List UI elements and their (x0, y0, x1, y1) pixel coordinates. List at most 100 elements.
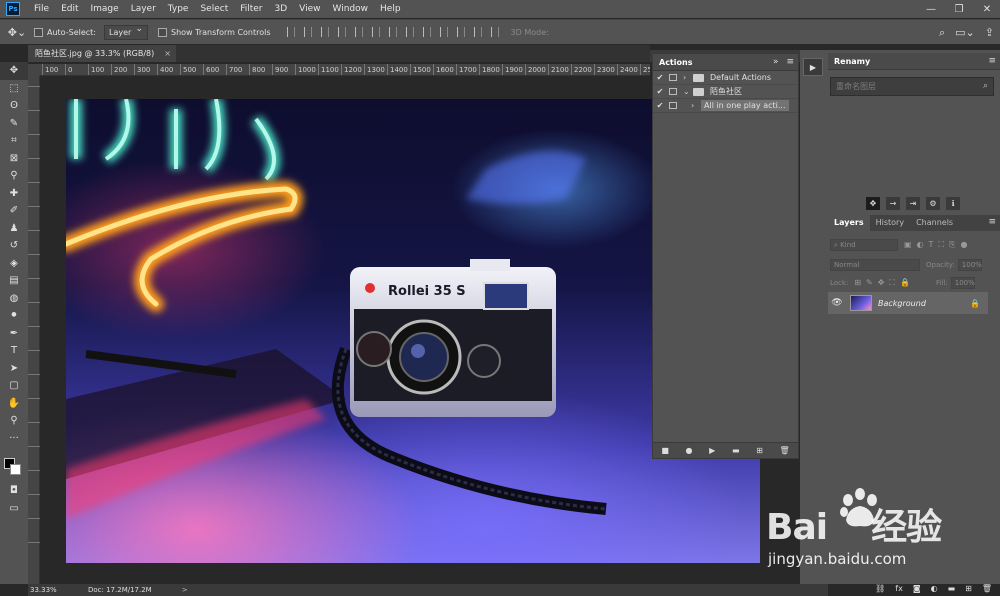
healing-brush-tool-icon[interactable]: ✚ (0, 185, 28, 203)
zoom-tool-icon[interactable]: ⚲ (0, 412, 28, 430)
pixel-filter-icon[interactable]: ▣ (904, 240, 912, 250)
crop-tool-icon[interactable]: ⌗ (0, 132, 28, 150)
align-right-icon[interactable] (371, 27, 380, 37)
distribute-vcenter-icon[interactable] (405, 27, 414, 37)
toggle-check-icon[interactable]: ✔ (653, 73, 667, 82)
transform-check-icon[interactable] (157, 27, 167, 37)
pen-tool-icon[interactable]: ✒ (0, 325, 28, 343)
quick-mask-icon[interactable]: ◘ (0, 482, 28, 500)
search-icon[interactable]: ⌕ (939, 26, 945, 40)
lock-all-icon[interactable]: 🔒 (900, 278, 910, 288)
horizontal-ruler[interactable]: 100 0 100 200 300 400 500 600 700 800 90… (40, 64, 650, 76)
clone-stamp-tool-icon[interactable]: ♟ (0, 220, 28, 238)
rename-tool-icon[interactable]: ✥ (866, 197, 880, 210)
blend-mode-dropdown[interactable]: Normal (830, 259, 920, 271)
vertical-ruler[interactable] (28, 76, 40, 584)
lock-artboard-icon[interactable]: ⛶ (889, 278, 895, 288)
delete-icon[interactable]: 🗑 (779, 446, 789, 455)
chevron-right-icon[interactable]: › (683, 101, 701, 110)
menu-window[interactable]: Window (327, 4, 375, 14)
search-icon[interactable]: ⌕ (983, 78, 988, 95)
stop-recording-icon[interactable]: ■ (661, 446, 669, 455)
hand-tool-icon[interactable]: ✋ (0, 395, 28, 413)
fill-input[interactable]: 100% (950, 277, 975, 289)
filter-toggle-icon[interactable]: ● (960, 240, 967, 250)
lock-position-icon[interactable]: ✥ (878, 278, 885, 288)
dialog-toggle-icon[interactable] (669, 88, 677, 95)
type-filter-icon[interactable]: T (929, 240, 934, 250)
adjustment-filter-icon[interactable]: ◐ (917, 240, 924, 250)
align-bottom-icon[interactable] (320, 27, 329, 37)
auto-select-checkbox[interactable]: Auto-Select: (34, 27, 96, 37)
brush-tool-icon[interactable]: ✐ (0, 202, 28, 220)
shape-tool-icon[interactable]: ▢ (0, 377, 28, 395)
distribute-left-icon[interactable] (439, 27, 448, 37)
eyedropper-tool-icon[interactable]: ⚲ (0, 167, 28, 185)
menu-filter[interactable]: Filter (234, 4, 268, 14)
layer-style-fx-icon[interactable]: fx (895, 584, 903, 593)
new-set-folder-icon[interactable]: ▬ (732, 446, 740, 455)
visibility-eye-icon[interactable]: 👁 (828, 298, 846, 308)
align-left-icon[interactable] (337, 27, 346, 37)
action-set-default[interactable]: ✔ › Default Actions (653, 71, 798, 85)
renamy-tab[interactable]: Renamy (834, 57, 870, 66)
lock-pixels-icon[interactable]: ✎ (866, 278, 873, 288)
menu-help[interactable]: Help (374, 4, 407, 14)
panel-menu-icon[interactable]: ≡ (786, 57, 794, 67)
close-document-icon[interactable]: × (164, 49, 171, 58)
new-action-icon[interactable]: ⊞ (756, 446, 763, 455)
background-color-swatch[interactable] (10, 464, 21, 475)
auto-align-icon[interactable] (490, 27, 499, 37)
collapse-panel-icon[interactable]: » (773, 57, 779, 67)
info-icon[interactable]: ℹ (946, 197, 960, 210)
lock-transparent-icon[interactable]: ⊞ (854, 278, 861, 288)
gradient-tool-icon[interactable]: ▤ (0, 272, 28, 290)
move-tool-icon[interactable]: ✥ (0, 62, 28, 80)
dialog-toggle-icon[interactable] (669, 74, 677, 81)
action-set-community[interactable]: ✔ ⌄ 陌鱼社区 (653, 85, 798, 99)
layer-row-background[interactable]: 👁 Background 🔒 (828, 292, 988, 314)
smart-object-filter-icon[interactable]: ⎘ (949, 240, 955, 250)
new-group-folder-icon[interactable]: ▬ (948, 584, 956, 593)
marquee-tool-icon[interactable]: ⬚ (0, 80, 28, 98)
align-vcenter-icon[interactable] (303, 27, 312, 37)
adjustment-layer-icon[interactable]: ◐ (931, 584, 938, 593)
align-top-icon[interactable] (286, 27, 295, 37)
link-layers-icon[interactable]: ⛓ (875, 584, 885, 593)
distribute-top-icon[interactable] (388, 27, 397, 37)
ruler-origin[interactable] (28, 64, 40, 76)
settings-gear-icon[interactable]: ⚙ (926, 197, 940, 210)
shape-filter-icon[interactable]: ⛶ (938, 240, 944, 250)
dodge-tool-icon[interactable]: ⚫ (0, 307, 28, 325)
status-menu-arrow-icon[interactable]: > (182, 586, 188, 594)
close-window-icon[interactable]: ✕ (978, 4, 996, 15)
panel-menu-icon[interactable]: ≡ (988, 56, 996, 66)
type-tool-icon[interactable]: T (0, 342, 28, 360)
auto-select-check-icon[interactable] (34, 27, 43, 37)
opacity-input[interactable]: 100% (957, 259, 982, 271)
menu-file[interactable]: File (28, 4, 55, 14)
share-icon[interactable]: ⇪ (985, 26, 994, 39)
tab-layers[interactable]: Layers (828, 215, 870, 231)
forward-icon[interactable]: ⇥ (906, 197, 920, 210)
toggle-check-icon[interactable]: ✔ (653, 87, 667, 96)
menu-type[interactable]: Type (162, 4, 195, 14)
play-selection-icon[interactable]: ▶ (709, 446, 715, 455)
panel-menu-icon[interactable]: ≡ (988, 217, 996, 227)
maximize-icon[interactable]: ❐ (950, 4, 968, 15)
arrow-right-icon[interactable]: → (886, 197, 900, 210)
record-icon[interactable]: ● (686, 446, 693, 455)
menu-select[interactable]: Select (194, 4, 234, 14)
dialog-toggle-icon[interactable] (669, 102, 677, 109)
frame-tool-icon[interactable]: ⊠ (0, 150, 28, 168)
minimize-icon[interactable]: — (922, 4, 940, 15)
lasso-tool-icon[interactable]: ʘ (0, 97, 28, 115)
chevron-right-icon[interactable]: › (683, 73, 693, 82)
path-selection-tool-icon[interactable]: ➤ (0, 360, 28, 378)
add-mask-icon[interactable]: ◙ (913, 584, 921, 593)
action-item-all-in-one[interactable]: ✔ › All in one play acti... (653, 99, 798, 113)
distribute-bottom-icon[interactable] (422, 27, 431, 37)
eraser-tool-icon[interactable]: ◈ (0, 255, 28, 273)
screen-mode-icon[interactable]: ▭ (0, 500, 28, 518)
zoom-level[interactable]: 33.33% (28, 586, 64, 594)
